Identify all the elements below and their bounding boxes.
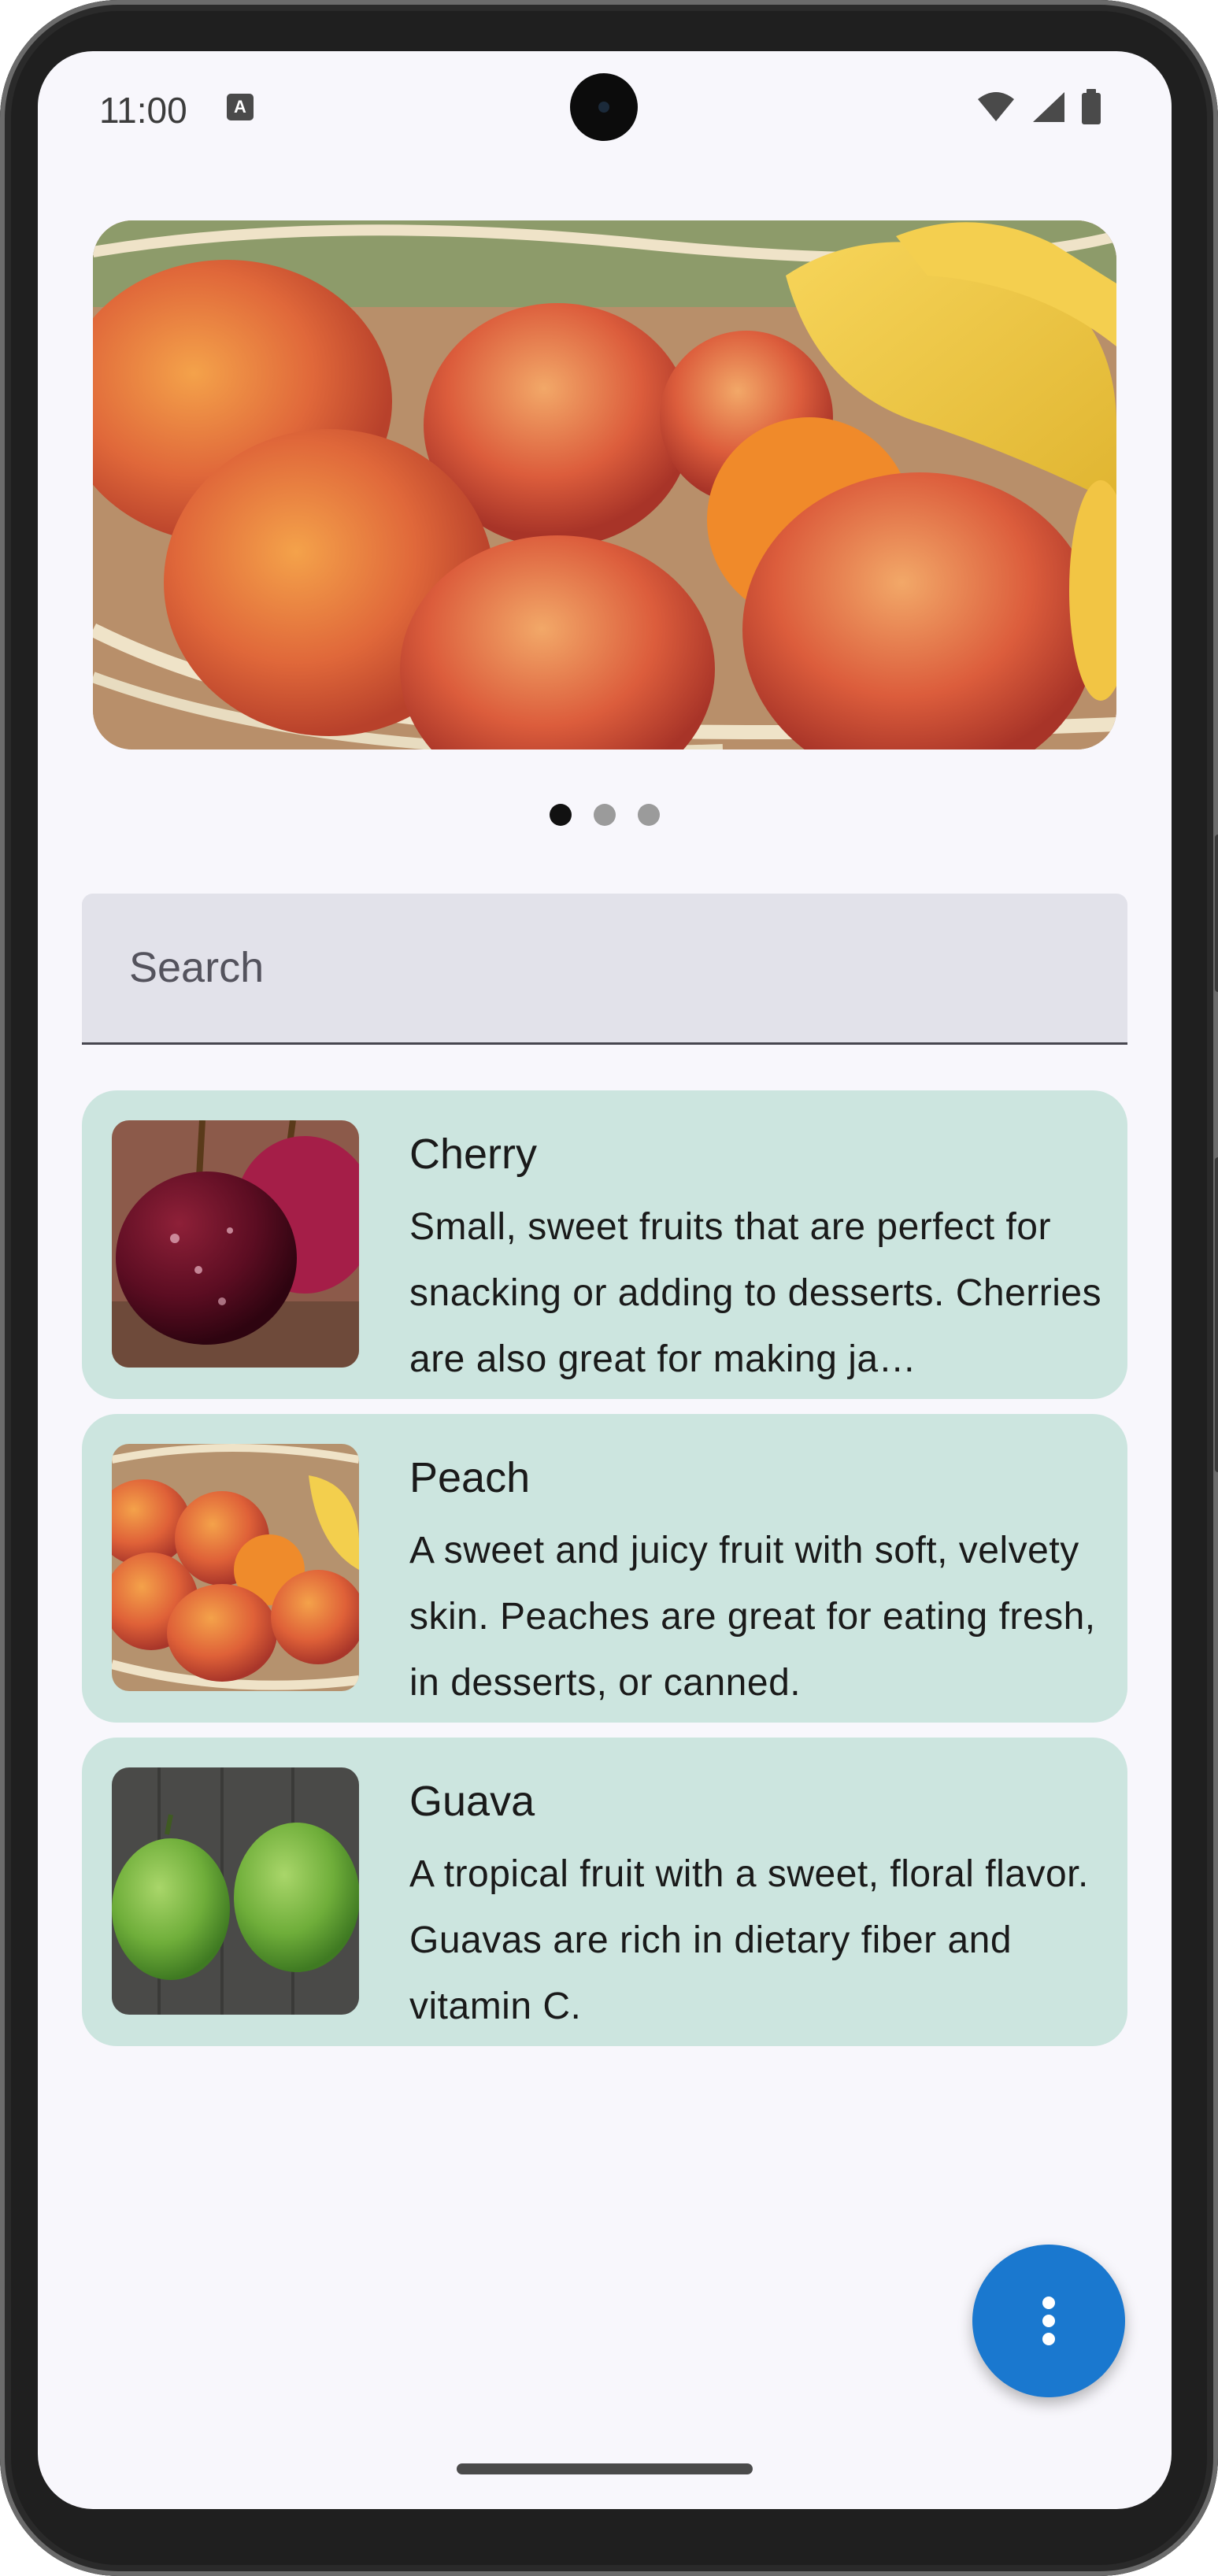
- fruit-card-peach[interactable]: Peach A sweet and juicy fruit with soft,…: [82, 1414, 1127, 1723]
- fruit-thumbnail: [112, 1120, 359, 1368]
- search-input[interactable]: [128, 894, 1075, 1042]
- fruit-title: Guava: [409, 1778, 535, 1825]
- phone-frame: 11:00 A Search Cherry Small, sweet fruit…: [0, 0, 1218, 2576]
- page-indicator-dot-2[interactable]: [594, 804, 616, 826]
- fruit-title: Cherry: [409, 1131, 538, 1178]
- system-icons: [976, 89, 1102, 125]
- page-indicator-dot-1[interactable]: [550, 804, 572, 826]
- cherry-photo: [112, 1120, 359, 1368]
- gesture-home-bar[interactable]: [457, 2463, 753, 2474]
- carousel-image[interactable]: [93, 220, 1116, 749]
- fruit-description: Small, sweet fruits that are perfect for…: [409, 1206, 1102, 1380]
- fruit-thumbnail: [112, 1444, 359, 1691]
- fruit-card-guava[interactable]: Guava A tropical fruit with a sweet, flo…: [82, 1738, 1127, 2046]
- power-button: [1215, 1157, 1218, 1472]
- text-input-indicator-icon: A: [227, 94, 254, 120]
- screen: 11:00 A Search Cherry Small, sweet fruit…: [38, 51, 1172, 2509]
- more-options-fab[interactable]: [972, 2245, 1125, 2397]
- fruit-thumbnail: [112, 1767, 359, 2015]
- guava-photo: [112, 1767, 359, 2015]
- wifi-icon: [978, 92, 1014, 121]
- search-field[interactable]: [82, 894, 1127, 1045]
- fruit-card-cherry[interactable]: Cherry Small, sweet fruits that are perf…: [82, 1090, 1127, 1399]
- peach-photo: [112, 1444, 359, 1691]
- carousel-page-indicator: [38, 804, 1172, 826]
- more-vert-icon: [1042, 2297, 1055, 2309]
- status-bar: 11:00 A: [38, 51, 1172, 169]
- status-time: 11:00: [99, 90, 187, 131]
- cellular-signal-icon: [1033, 92, 1064, 122]
- page-indicator-dot-3[interactable]: [638, 804, 660, 826]
- peach-basket-photo: [93, 220, 1116, 749]
- fruit-description: A tropical fruit with a sweet, floral fl…: [409, 1853, 1089, 2027]
- fruit-description: A sweet and juicy fruit with soft, velve…: [409, 1530, 1096, 1704]
- volume-button: [1215, 835, 1218, 992]
- more-vert-icon-dot: [1042, 2333, 1055, 2345]
- more-vert-icon-dot: [1042, 2315, 1055, 2327]
- battery-icon: [1082, 89, 1101, 124]
- fruit-title: Peach: [409, 1454, 531, 1501]
- front-camera: [570, 73, 638, 141]
